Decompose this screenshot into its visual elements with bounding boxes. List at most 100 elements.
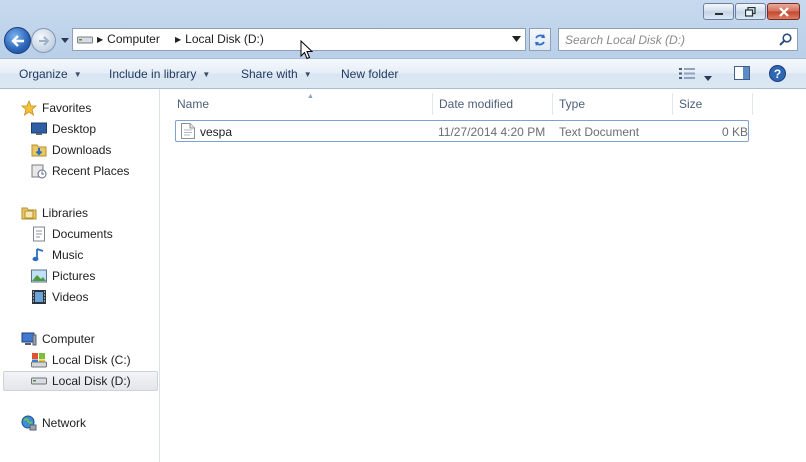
organize-label: Organize — [19, 67, 68, 81]
downloads-folder-icon — [31, 142, 47, 158]
drive-icon — [77, 36, 93, 44]
libraries-icon — [21, 205, 37, 221]
command-bar: Organize ▼ Include in library ▼ Share wi… — [0, 58, 806, 89]
file-list: ▲ Name Date modified Type Size vespa 11/… — [161, 89, 806, 462]
caption-buttons — [703, 3, 800, 20]
nav-videos[interactable]: Videos — [0, 287, 158, 307]
nav-libraries[interactable]: Libraries — [0, 203, 158, 223]
nav-downloads[interactable]: Downloads — [0, 140, 158, 160]
column-header-date-modified[interactable]: Date modified — [433, 93, 553, 115]
music-icon — [31, 247, 47, 263]
nav-label: Favorites — [42, 101, 92, 115]
nav-local-disk-c[interactable]: Local Disk (C:) — [0, 350, 158, 370]
navigation-pane: Favorites Desktop Downloads Recent Place… — [0, 89, 160, 462]
breadcrumb-local-disk-d[interactable]: ▶ Local Disk (D:) — [175, 32, 264, 46]
chevron-down-icon: ▼ — [73, 69, 82, 79]
preview-pane-icon — [734, 66, 750, 80]
help-icon: ? — [769, 65, 786, 82]
nav-label: Network — [42, 416, 87, 430]
nav-local-disk-d[interactable]: Local Disk (D:) — [3, 371, 158, 391]
search-input[interactable] — [565, 32, 770, 48]
restore-icon — [745, 6, 756, 17]
file-type: Text Document — [559, 125, 640, 139]
nav-computer[interactable]: Computer — [0, 329, 158, 349]
chevron-down-icon — [704, 76, 712, 81]
include-in-library-button[interactable]: Include in library ▼ — [109, 67, 210, 81]
pictures-icon — [31, 268, 47, 284]
breadcrumb-computer[interactable]: ▶ Computer — [97, 32, 160, 46]
preview-pane-button[interactable] — [734, 66, 750, 83]
column-label: Date modified — [439, 97, 514, 111]
column-header-size[interactable]: Size — [673, 93, 753, 115]
refresh-icon — [535, 33, 545, 46]
nav-label: Local Disk (D:) — [52, 374, 131, 388]
column-header-name[interactable]: ▲ Name — [171, 93, 433, 115]
recent-places-icon — [31, 163, 47, 179]
nav-desktop[interactable]: Desktop — [0, 119, 158, 139]
address-bar[interactable]: ▶ Computer ▶ Local Disk (D:) — [72, 28, 526, 51]
videos-icon — [31, 289, 47, 305]
column-header-type[interactable]: Type — [553, 93, 673, 115]
close-button[interactable] — [767, 3, 800, 20]
breadcrumb-label[interactable]: Computer — [107, 32, 160, 46]
close-icon — [778, 6, 789, 17]
breadcrumb-separator-icon[interactable]: ▶ — [97, 35, 103, 44]
help-button[interactable]: ? — [769, 65, 786, 85]
explorer-window: ▶ Computer ▶ Local Disk (D:) Search Loca… — [0, 0, 806, 462]
nav-favorites[interactable]: Favorites — [0, 98, 158, 118]
nav-documents[interactable]: Documents — [0, 224, 158, 244]
desktop-icon — [31, 121, 47, 137]
chevron-down-icon: ▼ — [202, 69, 211, 79]
view-list-icon — [679, 68, 695, 79]
view-options-button[interactable] — [704, 70, 712, 84]
organize-button[interactable]: Organize ▼ — [19, 67, 82, 81]
forward-arrow-icon — [38, 35, 49, 46]
content-area: Favorites Desktop Downloads Recent Place… — [0, 89, 806, 462]
back-arrow-icon — [10, 34, 24, 47]
column-label: Name — [177, 97, 210, 111]
nav-label: Recent Places — [52, 164, 130, 178]
nav-label: Libraries — [42, 206, 89, 220]
search-icon[interactable] — [779, 33, 792, 46]
nav-recent-places[interactable]: Recent Places — [0, 161, 158, 181]
minimize-button[interactable] — [703, 3, 734, 20]
search-box[interactable] — [558, 28, 798, 51]
svg-text:?: ? — [774, 67, 781, 81]
back-button[interactable] — [4, 27, 31, 54]
chevron-down-icon — [60, 37, 69, 43]
file-size: 0 KB — [722, 125, 749, 139]
include-in-library-label: Include in library — [109, 67, 197, 81]
breadcrumb-label[interactable]: Local Disk (D:) — [185, 32, 264, 46]
system-drive-icon — [31, 352, 47, 368]
restore-button[interactable] — [735, 3, 766, 20]
drive-icon — [31, 373, 47, 389]
recent-pages-button[interactable] — [59, 34, 70, 46]
navigation-bar: ▶ Computer ▶ Local Disk (D:) — [0, 24, 806, 58]
breadcrumb-separator-icon[interactable]: ▶ — [175, 35, 181, 44]
nav-music[interactable]: Music — [0, 245, 158, 265]
star-icon — [21, 100, 37, 116]
file-date-modified: 11/27/2014 4:20 PM — [438, 125, 546, 139]
chevron-down-icon: ▼ — [303, 69, 312, 79]
column-label: Type — [559, 97, 586, 111]
file-name: vespa — [200, 125, 233, 139]
nav-network[interactable]: Network — [0, 413, 158, 433]
table-row[interactable]: vespa 11/27/2014 4:20 PM Text Document 0… — [175, 120, 749, 142]
share-with-button[interactable]: Share with ▼ — [241, 67, 312, 81]
mouse-cursor-icon — [300, 40, 313, 60]
new-folder-button[interactable]: New folder — [341, 67, 398, 81]
nav-pictures[interactable]: Pictures — [0, 266, 158, 286]
forward-button[interactable] — [31, 28, 56, 53]
sort-ascending-icon: ▲ — [307, 93, 314, 100]
nav-label: Downloads — [52, 143, 112, 157]
new-folder-label: New folder — [341, 67, 399, 81]
nav-label: Computer — [42, 332, 95, 346]
text-document-icon — [181, 123, 195, 139]
minimize-icon — [714, 12, 723, 15]
chevron-down-icon[interactable] — [512, 36, 521, 42]
nav-label: Videos — [52, 290, 89, 304]
nav-label: Pictures — [52, 269, 96, 283]
computer-icon — [21, 331, 37, 347]
change-view-button[interactable] — [679, 68, 695, 82]
refresh-button[interactable] — [529, 28, 551, 51]
